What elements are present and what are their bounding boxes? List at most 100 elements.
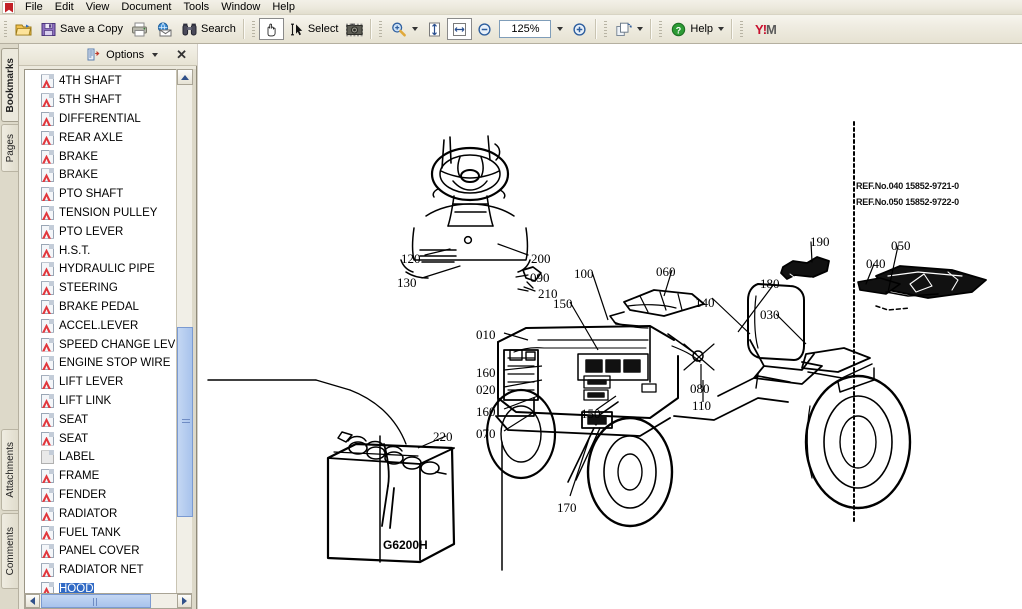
part-callout: 130 — [397, 275, 417, 290]
bookmark-item[interactable]: LABEL — [25, 448, 175, 467]
vtab-pages[interactable]: Pages — [1, 124, 18, 172]
bookmarks-list-container: 4TH SHAFT 5TH SHAFT DIFFERENTIAL REAR AXLE B… — [24, 69, 192, 609]
close-icon[interactable]: ✕ — [174, 48, 189, 61]
rotate-pages-button[interactable] — [611, 18, 647, 40]
toolbar-grip-2[interactable] — [249, 19, 257, 39]
bookmark-item-label: FRAME — [59, 470, 100, 483]
search-button[interactable]: Search — [177, 18, 240, 40]
options-caret-icon[interactable] — [152, 52, 159, 57]
zoom-out-minus-icon — [476, 21, 493, 38]
rotate-caret-icon[interactable] — [637, 27, 644, 31]
horizontal-scrollbar-thumb[interactable] — [41, 594, 151, 608]
zoom-out-button[interactable] — [472, 18, 497, 40]
text-select-icon — [288, 21, 305, 38]
menu-window[interactable]: Window — [215, 0, 266, 14]
bookmark-item[interactable]: REAR AXLE — [25, 128, 175, 147]
bookmark-item[interactable]: STEERING — [25, 279, 175, 298]
bookmark-item[interactable]: 4TH SHAFT — [25, 72, 175, 91]
scroll-up-button[interactable] — [177, 69, 193, 85]
yahoo-toolbar-button[interactable]: Y!M — [747, 18, 784, 40]
toolbar-separator-5 — [731, 19, 734, 39]
email-button[interactable] — [152, 18, 177, 40]
pdf-page-icon — [41, 337, 54, 352]
pdf-page-icon — [41, 130, 54, 145]
bookmark-item[interactable]: LIFT LINK — [25, 392, 175, 411]
document-view[interactable]: REF.No.040 15852-9721-0 REF.No.050 15852… — [198, 44, 1022, 609]
menu-document[interactable]: Document — [115, 0, 177, 14]
bookmark-item[interactable]: SEAT — [25, 429, 175, 448]
ref-line-1: REF.No.040 15852-9721-0 — [856, 181, 959, 191]
bookmark-item[interactable]: PANEL COVER — [25, 542, 175, 561]
zoom-tool-button[interactable] — [386, 18, 422, 40]
menu-file[interactable]: File — [19, 0, 49, 14]
bookmarks-vertical-scrollbar[interactable] — [176, 69, 193, 609]
toolbar-grip-5[interactable] — [657, 19, 665, 39]
part-callout: 050 — [891, 238, 911, 253]
open-folder-icon — [15, 21, 32, 38]
pdf-page-icon — [41, 281, 54, 296]
bookmark-item[interactable]: FENDER — [25, 486, 175, 505]
pdf-page-icon — [41, 111, 54, 126]
vertical-scrollbar-thumb[interactable] — [177, 327, 193, 517]
scroll-right-button[interactable] — [177, 594, 192, 608]
toolbar-grip-4[interactable] — [602, 19, 610, 39]
select-tool-button[interactable]: Select — [284, 18, 343, 40]
bookmark-item-label: RADIATOR — [59, 507, 118, 520]
zoom-tool-caret-icon[interactable] — [412, 27, 419, 31]
bookmark-item[interactable]: FRAME — [25, 467, 175, 486]
bookmark-item[interactable]: BRAKE — [25, 166, 175, 185]
print-button[interactable] — [127, 18, 152, 40]
zoom-level-input[interactable]: 125% — [499, 20, 552, 38]
pdf-page-icon — [41, 224, 54, 239]
toolbar-separator-3 — [595, 19, 598, 39]
hand-tool-icon — [263, 21, 280, 38]
bookmark-item-label: LABEL — [59, 451, 95, 464]
hand-tool-button[interactable] — [258, 18, 284, 40]
menu-view[interactable]: View — [80, 0, 116, 14]
bookmark-options-icon — [87, 48, 100, 61]
bookmarks-horizontal-scrollbar[interactable] — [24, 593, 192, 609]
bookmark-item[interactable]: 5TH SHAFT — [25, 91, 175, 110]
bookmark-item[interactable]: H.S.T. — [25, 241, 175, 260]
snapshot-button[interactable] — [342, 18, 367, 40]
menu-edit[interactable]: Edit — [49, 0, 80, 14]
save-a-copy-button[interactable]: Save a Copy — [36, 18, 127, 40]
fit-width-button[interactable] — [447, 18, 473, 40]
bookmark-item[interactable]: FUEL TANK — [25, 523, 175, 542]
bookmark-item-label: PANEL COVER — [59, 545, 140, 558]
bookmark-item[interactable]: HYDRAULIC PIPE — [25, 260, 175, 279]
bookmark-item[interactable]: DIFFERENTIAL — [25, 110, 175, 129]
svg-text:?: ? — [676, 25, 682, 35]
zoom-in-plus-icon — [571, 21, 588, 38]
bookmark-item[interactable]: PTO LEVER — [25, 222, 175, 241]
open-file-button[interactable] — [11, 18, 36, 40]
zoom-in-button[interactable] — [567, 18, 592, 40]
bookmark-item[interactable]: SPEED CHANGE LEV — [25, 335, 175, 354]
bookmark-item[interactable]: SEAT — [25, 410, 175, 429]
fit-page-button[interactable] — [422, 18, 447, 40]
arrow-left-icon — [30, 597, 35, 605]
bookmark-item[interactable]: RADIATOR — [25, 504, 175, 523]
bookmark-item[interactable]: ENGINE STOP WIRE — [25, 354, 175, 373]
bookmark-item[interactable]: BRAKE — [25, 147, 175, 166]
bookmark-item[interactable]: RADIATOR NET — [25, 561, 175, 580]
bookmark-item[interactable]: TENSION PULLEY — [25, 204, 175, 223]
bookmark-item-label: SEAT — [59, 432, 89, 445]
toolbar-grip-3[interactable] — [377, 19, 385, 39]
scroll-left-button[interactable] — [25, 594, 40, 608]
help-caret-icon[interactable] — [718, 27, 725, 31]
bookmark-item[interactable]: PTO SHAFT — [25, 185, 175, 204]
bookmark-item[interactable]: BRAKE PEDAL — [25, 298, 175, 317]
bookmark-item[interactable]: ACCEL.LEVER — [25, 316, 175, 335]
vtab-comments[interactable]: Comments — [1, 513, 18, 589]
zoom-level-dropdown[interactable] — [551, 18, 567, 40]
menu-tools[interactable]: Tools — [178, 0, 216, 14]
toolbar-grip[interactable] — [2, 19, 9, 39]
menu-help[interactable]: Help — [266, 0, 301, 14]
bookmarks-options-label[interactable]: Options — [106, 49, 144, 61]
vtab-attachments[interactable]: Attachments — [1, 429, 18, 511]
toolbar-grip-6[interactable] — [738, 19, 746, 39]
help-button[interactable]: ? Help — [666, 18, 728, 40]
bookmark-item[interactable]: LIFT LEVER — [25, 373, 175, 392]
vtab-bookmarks[interactable]: Bookmarks — [1, 48, 18, 122]
